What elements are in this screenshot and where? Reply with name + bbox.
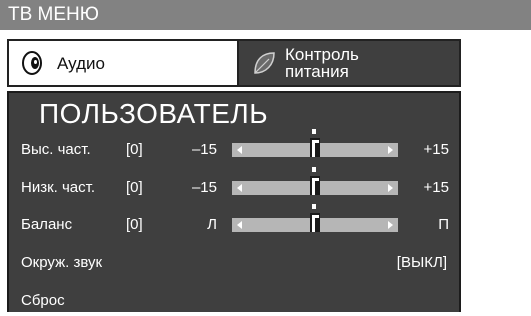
tab-power-label: Контроль питания	[285, 46, 445, 80]
treble-row[interactable]: Выс. част. [0] –15 +15	[9, 129, 459, 165]
treble-label: Выс. част.	[21, 141, 91, 158]
leaf-icon	[254, 52, 275, 74]
treble-min-label: –15	[191, 141, 217, 158]
bass-value: [0]	[126, 179, 143, 196]
surround-label: Окруж. звук	[21, 254, 103, 271]
bass-row[interactable]: Низк. част. [0] –15 +15	[9, 167, 459, 203]
balance-max-label: П	[438, 216, 449, 233]
treble-slider-thumb[interactable]	[310, 129, 320, 157]
menu-title: ТВ МЕНЮ	[8, 4, 99, 25]
surround-row[interactable]: Окруж. звук [ВЫКЛ]	[9, 248, 459, 278]
tab-power-control[interactable]: Контроль питания	[239, 39, 461, 87]
bass-min-label: –15	[191, 179, 217, 196]
balance-row[interactable]: Баланс [0] Л П	[9, 204, 459, 240]
center-tick	[312, 167, 316, 172]
treble-slider[interactable]	[232, 129, 398, 157]
balance-min-label: Л	[207, 216, 217, 233]
speaker-icon	[22, 51, 42, 75]
center-tick	[312, 129, 316, 134]
tab-power-label-line2: питания	[285, 62, 349, 81]
treble-max-label: +15	[423, 141, 449, 158]
settings-panel: ПОЛЬЗОВАТЕЛЬ Выс. част. [0] –15 +15 Низк…	[7, 91, 461, 312]
bass-max-label: +15	[423, 179, 449, 196]
center-tick	[312, 204, 316, 209]
reset-label: Сброс	[21, 292, 65, 309]
slider-left-arrow-icon[interactable]	[237, 221, 242, 229]
bass-slider-thumb[interactable]	[310, 167, 320, 195]
balance-label: Баланс	[21, 216, 73, 233]
slider-right-arrow-icon[interactable]	[388, 146, 393, 154]
slider-right-arrow-icon[interactable]	[388, 184, 393, 192]
surround-value: [ВЫКЛ]	[396, 254, 447, 271]
slider-left-arrow-icon[interactable]	[237, 184, 242, 192]
treble-value: [0]	[126, 141, 143, 158]
panel-title: ПОЛЬЗОВАТЕЛЬ	[39, 98, 269, 129]
balance-value: [0]	[126, 216, 143, 233]
slider-right-arrow-icon[interactable]	[388, 221, 393, 229]
tab-audio-label: Аудио	[57, 54, 105, 73]
slider-left-arrow-icon[interactable]	[237, 146, 242, 154]
balance-slider[interactable]	[232, 204, 398, 232]
tab-audio[interactable]: Аудио	[7, 39, 239, 87]
bass-label: Низк. част.	[21, 179, 96, 196]
menu-title-bar: ТВ МЕНЮ	[0, 0, 531, 30]
bass-slider[interactable]	[232, 167, 398, 195]
balance-slider-thumb[interactable]	[310, 204, 320, 232]
tab-power-label-line1: Контроль	[285, 45, 359, 64]
